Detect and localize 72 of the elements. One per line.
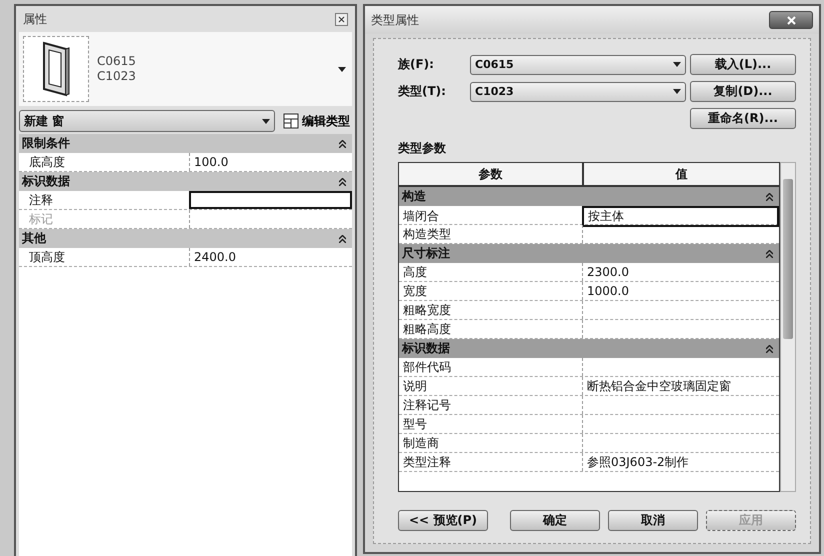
parameter-value[interactable]: 1000.0: [582, 282, 779, 300]
collapse-icon[interactable]: [766, 250, 773, 258]
property-name: 注释: [28, 192, 54, 208]
group-label: 限制条件: [22, 135, 70, 152]
property-name: 底高度: [28, 154, 66, 170]
edit-type-icon: [283, 113, 299, 129]
parameter-name: 部件代码: [402, 358, 452, 376]
dropdown-caret-icon: [262, 118, 270, 124]
group-header[interactable]: 标识数据: [19, 172, 352, 191]
group-header[interactable]: 标识数据: [399, 339, 779, 358]
dialog-button[interactable]: 复制(D)...: [690, 81, 796, 102]
rename-button[interactable]: 重命名(R)...: [690, 108, 796, 129]
group-label: 尺寸标注: [402, 245, 450, 262]
dialog-title: 类型属性: [371, 12, 419, 28]
property-value[interactable]: [189, 191, 352, 209]
panel-title: 属性: [23, 10, 47, 28]
parameter-name: 构造类型: [402, 226, 452, 242]
group-header[interactable]: 限制条件: [19, 134, 352, 153]
dialog-button[interactable]: 载入(L)...: [690, 54, 796, 75]
parameter-name: 说明: [402, 378, 428, 394]
property-value[interactable]: 2400.0: [189, 248, 352, 266]
dropdown-caret-icon: [673, 89, 681, 94]
group-header[interactable]: 尺寸标注: [399, 244, 779, 263]
group-label: 其他: [22, 230, 46, 247]
property-name: 顶高度: [28, 248, 66, 266]
scrollbar[interactable]: [780, 162, 796, 492]
type-name: C1023: [97, 69, 137, 84]
parameter-name: 墙闭合: [402, 208, 440, 225]
group-label: 构造: [402, 188, 426, 205]
group-header[interactable]: 其他: [19, 229, 352, 248]
collapse-icon[interactable]: [339, 234, 346, 242]
group-header[interactable]: 构造: [399, 187, 779, 206]
parameter-value[interactable]: 按主体: [582, 206, 779, 227]
section-label: 类型参数: [398, 140, 447, 157]
collapse-icon[interactable]: [339, 178, 346, 186]
dialog-button[interactable]: 确定: [510, 510, 600, 531]
parameter-name: 宽度: [402, 282, 428, 300]
group-label: 标识数据: [402, 340, 450, 357]
parameter-value[interactable]: 参照03J603-2制作: [582, 453, 779, 471]
dropdown-caret-icon: [673, 62, 681, 67]
field-label: 类型(T):: [398, 83, 447, 100]
collapse-icon[interactable]: [766, 192, 773, 200]
parameter-value[interactable]: 2300.0: [582, 263, 779, 281]
group-label: 标识数据: [22, 173, 70, 190]
parameter-name: 制造商: [402, 434, 440, 452]
column-header[interactable]: 参数: [399, 163, 582, 185]
type-selector[interactable]: 新建 窗: [19, 110, 275, 132]
property-value[interactable]: 100.0: [189, 153, 352, 171]
collapse-icon[interactable]: [339, 140, 346, 148]
close-icon: [338, 16, 345, 22]
parameter-name: 粗略高度: [402, 320, 452, 338]
property-name: 标记: [28, 210, 54, 228]
field-label: 族(F):: [398, 56, 435, 73]
window-icon: [41, 41, 71, 97]
close-button[interactable]: [769, 11, 813, 29]
collapse-icon[interactable]: [766, 344, 773, 352]
type-name: C0615: [97, 54, 137, 69]
dialog-button[interactable]: 取消: [608, 510, 698, 531]
parameter-name: 型号: [402, 416, 428, 432]
close-icon: [786, 16, 796, 24]
dropdown-caret-icon: [338, 66, 346, 72]
parameter-name: 类型注释: [402, 454, 452, 470]
parameter-name: 高度: [402, 264, 428, 280]
type-preview[interactable]: C0615 C1023: [19, 32, 352, 106]
edit-type-button[interactable]: 编辑类型: [281, 112, 352, 130]
parameter-name: 粗略宽度: [402, 302, 452, 318]
dialog-button[interactable]: << 预览(P): [398, 510, 488, 531]
dropdown-field[interactable]: C1023: [470, 82, 686, 102]
dropdown-field[interactable]: C0615: [470, 54, 686, 74]
parameter-value[interactable]: 断热铝合金中空玻璃固定窗: [582, 377, 779, 395]
parameter-name: 注释记号: [402, 396, 452, 414]
close-button[interactable]: [335, 12, 348, 26]
